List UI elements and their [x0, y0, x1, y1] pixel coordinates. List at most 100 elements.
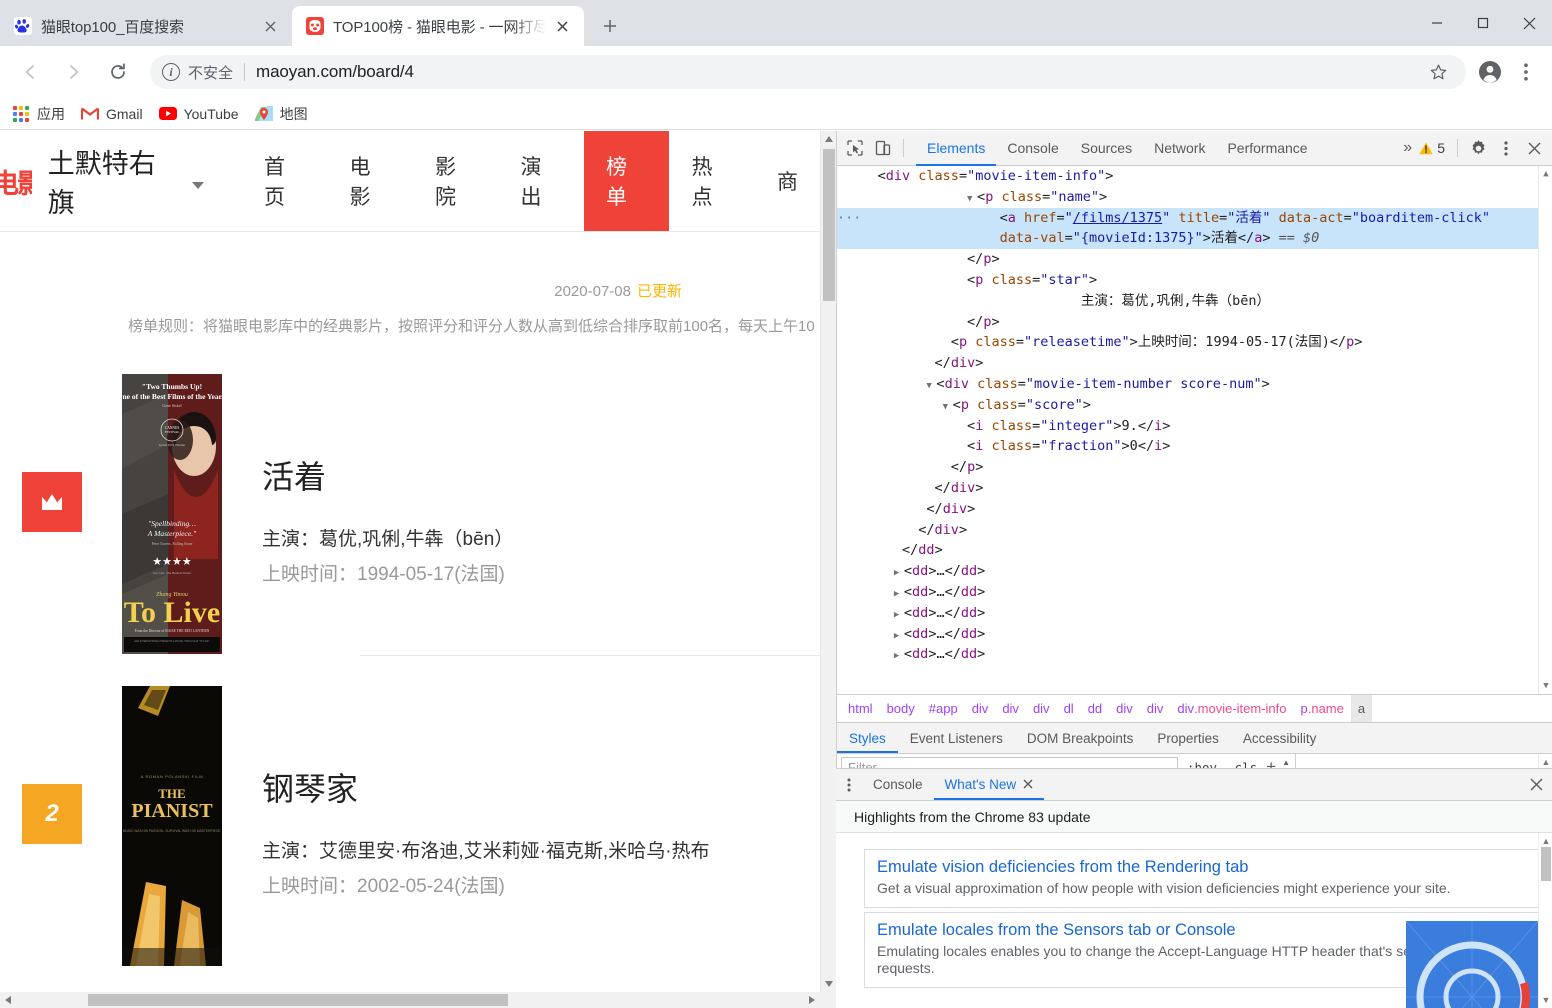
scroll-thumb[interactable] — [88, 994, 508, 1006]
breadcrumb-item--app[interactable]: #app — [922, 695, 965, 722]
address-bar[interactable]: i 不安全 maoyan.com/board/4 — [150, 55, 1466, 89]
dom-line-ellipsis[interactable]: ··· — [837, 210, 878, 226]
triangle-right-icon[interactable]: ▶ — [894, 646, 904, 667]
bookmark-youtube[interactable]: YouTube — [158, 105, 239, 123]
gear-icon[interactable] — [1464, 134, 1492, 162]
scroll-down-arrow-icon[interactable]: ▼ — [1540, 994, 1552, 1006]
breadcrumb-item-div[interactable]: div — [965, 695, 996, 722]
scroll-up-arrow-icon[interactable]: ▲ — [1540, 835, 1552, 847]
close-window-button[interactable] — [1506, 0, 1552, 46]
tab-network[interactable]: Network — [1143, 131, 1216, 166]
bookmark-gmail[interactable]: Gmail — [81, 105, 143, 123]
dom-tree-line[interactable]: 主演：葛优,巩俐,牛犇（bēn） — [837, 291, 1552, 312]
breadcrumb[interactable]: html body #app div div div dl dd div div div .movie… — [837, 694, 1552, 722]
tab-event-listeners[interactable]: Event Listeners — [898, 723, 1015, 753]
three-dot-menu-icon[interactable] — [1508, 54, 1544, 90]
bookmark-maps[interactable]: 地图 — [254, 104, 308, 124]
close-devtools-icon[interactable] — [1520, 134, 1548, 162]
breadcrumb-item-div-movie-item-info[interactable]: div .movie-item-info — [1170, 695, 1293, 722]
dom-tree-line[interactable]: ▶ <dd>…</dd> — [837, 644, 1552, 665]
breadcrumb-item-body[interactable]: body — [880, 695, 922, 722]
nav-item-hot[interactable]: 热点 — [669, 131, 755, 231]
browser-tab-2[interactable]: TOP100榜 - 猫眼电影 - 一网打尽好电影 — [292, 6, 584, 46]
three-dot-menu-icon[interactable] — [1492, 134, 1520, 162]
movie-name[interactable]: 活着 — [262, 452, 820, 498]
scroll-down-arrow-icon[interactable] — [821, 976, 837, 992]
bookmark-apps[interactable]: 应用 — [12, 104, 65, 124]
tab-performance[interactable]: Performance — [1216, 131, 1318, 166]
whats-new-card[interactable]: Emulate vision deficiencies from the Ren… — [864, 849, 1544, 908]
close-icon[interactable] — [258, 14, 282, 38]
movie-poster[interactable]: "Two Thumbs Up! One of the Best Films of… — [122, 374, 222, 654]
breadcrumb-item-div[interactable]: div — [1026, 695, 1057, 722]
breadcrumb-item-html[interactable]: html — [841, 695, 880, 722]
site-logo[interactable]: 电影 — [0, 161, 32, 201]
movie-name[interactable]: 钢琴家 — [262, 764, 820, 810]
whats-new-scrollbar[interactable]: ▲ ▼ — [1538, 833, 1552, 1008]
dom-tree-line[interactable]: <i class="integer">9.</i> — [837, 416, 1552, 437]
breadcrumb-item-div[interactable]: div — [1140, 695, 1171, 722]
dom-tree-line[interactable]: <p class="releasetime">上映时间：1994-05-17(法… — [837, 332, 1552, 353]
scroll-up-arrow-icon[interactable]: ▲ — [1540, 168, 1552, 180]
reload-icon[interactable] — [100, 54, 136, 90]
dom-tree-line[interactable]: data-val="{movieId:1375}">活着</a> == $0 — [837, 228, 1552, 250]
dom-tree-line[interactable]: </p> — [837, 457, 1552, 478]
breadcrumb-item-a[interactable]: a — [1350, 695, 1373, 722]
back-arrow-icon[interactable] — [12, 54, 48, 90]
warning-badge[interactable]: 5 — [1419, 140, 1451, 156]
more-tabs-icon[interactable]: » — [1396, 139, 1419, 157]
movie-row[interactable]: 2 A ROMAN POLANSKI FILM THE PIANIST MUSI… — [0, 676, 820, 988]
dom-tree-line[interactable]: ▼ <div class="movie-item-number score-num… — [837, 374, 1552, 395]
city-selector[interactable]: 土默特右旗 — [48, 142, 204, 220]
dom-tree-line[interactable]: ▶ <dd>…</dd> — [837, 582, 1552, 603]
drawer-tab-whats-new[interactable]: What's New — [933, 769, 1045, 800]
nav-item-business[interactable]: 商 — [755, 131, 820, 231]
scroll-down-arrow-icon[interactable]: ▼ — [1540, 680, 1552, 692]
device-toolbar-icon[interactable] — [869, 134, 897, 162]
nav-item-board[interactable]: 榜单 — [583, 131, 670, 231]
triangle-right-icon[interactable]: ▶ — [894, 626, 904, 647]
minimize-button[interactable] — [1414, 0, 1460, 46]
movie-row[interactable]: "Two Thumbs Up! One of the Best Films of… — [0, 364, 820, 676]
dom-tree-line[interactable]: ▶ <dd>…</dd> — [837, 603, 1552, 624]
dom-tree-line[interactable]: </p> — [837, 312, 1552, 333]
triangle-down-icon[interactable]: ▼ — [926, 376, 936, 397]
profile-icon[interactable] — [1472, 54, 1508, 90]
close-drawer-icon[interactable] — [1520, 769, 1552, 800]
dom-tree-line[interactable]: ▼ <p class="score"> — [837, 395, 1552, 416]
dom-tree-line[interactable]: <i class="fraction">0</i> — [837, 436, 1552, 457]
scroll-up-arrow-icon[interactable] — [821, 131, 837, 147]
dom-tree[interactable]: <div class="movie-item-info"> ▼ <p class=… — [837, 166, 1552, 694]
dom-tree-line[interactable]: ▶ <dd>…</dd> — [837, 561, 1552, 582]
triangle-right-icon[interactable]: ▶ — [894, 563, 904, 584]
scroll-thumb[interactable] — [823, 149, 835, 301]
inspect-element-icon[interactable] — [841, 134, 869, 162]
close-icon[interactable] — [1023, 778, 1033, 792]
dom-tree-line[interactable]: <p class="star"> — [837, 270, 1552, 291]
scroll-right-arrow-icon[interactable] — [804, 992, 820, 1008]
tab-styles[interactable]: Styles — [837, 723, 898, 753]
breadcrumb-item-div[interactable]: div — [1109, 695, 1140, 722]
triangle-down-icon[interactable]: ▼ — [943, 397, 953, 418]
site-info[interactable]: i 不安全 — [150, 62, 256, 83]
page-horizontal-scrollbar[interactable] — [0, 992, 820, 1008]
close-icon[interactable] — [550, 14, 574, 38]
maximize-button[interactable] — [1460, 0, 1506, 46]
dom-tree-line[interactable]: </div> — [837, 499, 1552, 520]
dom-tree-scrollbar[interactable]: ▲ ▼ — [1538, 166, 1552, 694]
breadcrumb-item-div[interactable]: div — [995, 695, 1026, 722]
nav-item-home[interactable]: 首页 — [242, 131, 328, 231]
tab-sources[interactable]: Sources — [1070, 131, 1143, 166]
drawer-more-icon[interactable] — [836, 769, 862, 800]
dom-tree-line[interactable]: </p> — [837, 249, 1552, 270]
browser-tab-1[interactable]: 猫眼top100_百度搜索 — [0, 6, 292, 46]
card-title[interactable]: Emulate vision deficiencies from the Ren… — [877, 858, 1531, 877]
dom-tree-line[interactable]: ··· <a href="/films/1375" title="活着" dat… — [837, 207, 1552, 229]
dom-tree-line[interactable]: </div> — [837, 520, 1552, 541]
tab-console[interactable]: Console — [996, 131, 1069, 166]
scroll-thumb[interactable] — [1541, 847, 1551, 881]
page-vertical-scrollbar[interactable] — [820, 131, 836, 992]
nav-item-movies[interactable]: 电影 — [327, 131, 413, 231]
nav-item-shows[interactable]: 演出 — [498, 131, 584, 231]
triangle-right-icon[interactable]: ▶ — [894, 605, 904, 626]
